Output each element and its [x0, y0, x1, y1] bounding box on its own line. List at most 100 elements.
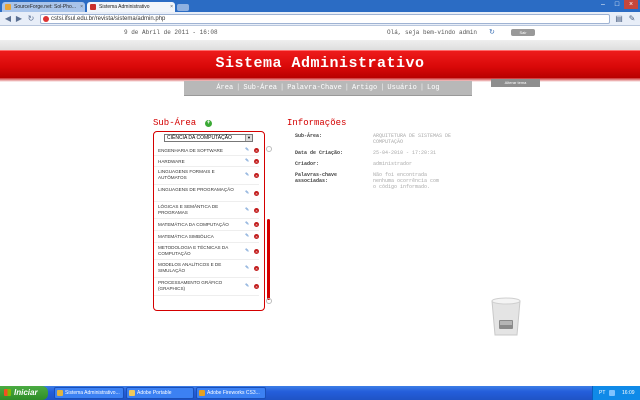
menu-item-subarea[interactable]: Sub-Área	[243, 84, 277, 92]
edit-icon[interactable]: ✎	[245, 234, 251, 239]
page-menu-icon[interactable]: ▤	[614, 14, 624, 24]
address-bar[interactable]: cstsi.ifsul.edu.br/revista/sistema/admin…	[40, 14, 610, 24]
list-item[interactable]: LINGUAGENS DE PROGRAMAÇÃO ✎ ×	[154, 185, 259, 202]
taskbar-item-fireworks[interactable]: Adobe Fireworks CS3...	[196, 387, 266, 399]
browser-tab-sourceforge[interactable]: SourceForge.net: Sol-Pho... ×	[2, 2, 85, 12]
list-item-label: MATEMÁTICA SIMBÓLICA	[158, 234, 214, 239]
taskbar-item-folder[interactable]: Adobe Portable	[126, 387, 194, 399]
delete-icon[interactable]: ×	[254, 249, 259, 254]
menu-separator: |	[236, 84, 241, 92]
language-indicator[interactable]: PT	[599, 386, 605, 400]
close-tab-icon[interactable]: ×	[170, 2, 173, 12]
edit-icon[interactable]: ✎	[245, 148, 251, 153]
forward-icon[interactable]: ▶	[14, 14, 24, 24]
list-scrollbar[interactable]	[267, 219, 270, 300]
taskbar-item-browser[interactable]: Sistema Administrativo...	[54, 387, 124, 399]
tab-strip: SourceForge.net: Sol-Pho... × Sistema Ad…	[0, 0, 640, 12]
edit-icon[interactable]: ✎	[245, 208, 251, 213]
list-item-label: METODOLOGIA E TÉCNICAS DA COMPUTAÇÃO	[158, 245, 229, 256]
delete-icon[interactable]: ×	[254, 284, 259, 289]
system-tray: PT 16:09	[592, 386, 640, 400]
delete-icon[interactable]: ×	[254, 208, 259, 213]
wrench-icon[interactable]: ✎	[627, 14, 637, 24]
menu-item-area[interactable]: Área	[216, 84, 233, 92]
list-item-label: LINGUAGENS FORMAIS E AUTÔMATOS	[158, 169, 215, 180]
scroll-down-icon[interactable]	[266, 298, 272, 304]
menu-item-keyword[interactable]: Palavra-Chave	[287, 84, 342, 92]
edit-icon[interactable]: ✎	[245, 191, 251, 196]
list-item[interactable]: METODOLOGIA E TÉCNICAS DA COMPUTAÇÃO ✎ ×	[154, 243, 259, 260]
clock: 16:09	[622, 390, 635, 396]
list-item[interactable]: MATEMÁTICA SIMBÓLICA ✎ ×	[154, 231, 259, 243]
delete-icon[interactable]: ×	[254, 148, 259, 153]
new-tab-button[interactable]	[177, 4, 189, 11]
area-select[interactable]: CIÊNCIA DA COMPUTAÇÃO ▼	[164, 134, 253, 142]
menu-item-log[interactable]: Log	[427, 84, 440, 92]
minimize-icon[interactable]: –	[596, 0, 610, 9]
list-item[interactable]: ENGENHARIA DE SOFTWARE ✎ ×	[154, 145, 259, 156]
top-bar: 9 de Abril de 2011 - 16:08 Olá, seja bem…	[0, 27, 640, 40]
menu-item-article[interactable]: Artigo	[352, 84, 377, 92]
menu-item-user[interactable]: Usuário	[387, 84, 416, 92]
delete-icon[interactable]: ×	[254, 266, 259, 271]
edit-icon[interactable]: ✎	[245, 222, 251, 227]
change-theme-button[interactable]: Alterar tema	[491, 79, 540, 87]
back-icon[interactable]: ◀	[3, 14, 13, 24]
menu-separator: |	[380, 84, 385, 92]
main-menu: Área | Sub-Área | Palavra-Chave | Artigo | Usuár…	[184, 81, 472, 96]
reload-icon[interactable]: ↻	[26, 14, 36, 24]
list-item[interactable]: LINGUAGENS FORMAIS E AUTÔMATOS ✎ ×	[154, 167, 259, 185]
add-subarea-icon[interactable]: +	[205, 120, 212, 127]
chrome-icon	[57, 390, 63, 396]
browser-tab-sistema[interactable]: Sistema Administrativo ×	[87, 2, 175, 12]
scroll-up-icon[interactable]	[266, 146, 272, 152]
edit-icon[interactable]: ✎	[245, 173, 251, 178]
subarea-heading: Sub-Área	[153, 118, 197, 128]
info-heading: Informações	[287, 118, 347, 128]
maximize-icon[interactable]: □	[610, 0, 624, 9]
info-label-subarea: Sub-Área:	[295, 133, 323, 139]
info-label-created: Data de Criação:	[295, 150, 344, 156]
site-title: Sistema Administrativo	[215, 55, 425, 72]
list-item[interactable]: MATEMÁTICA DA COMPUTAÇÃO ✎ ×	[154, 219, 259, 231]
delete-icon[interactable]: ×	[254, 234, 259, 239]
list-item[interactable]: PROCESSAMENTO GRÁFICO (GRAPHICS) ✎ ×	[154, 278, 259, 296]
start-button[interactable]: Iniciar	[0, 386, 48, 400]
list-item[interactable]: HARDWARE ✎ ×	[154, 156, 259, 167]
delete-icon[interactable]: ×	[254, 191, 259, 196]
list-item-label: MODELOS ANALÍTICOS E DE SIMULAÇÃO	[158, 262, 222, 273]
welcome-message: Olá, seja bem-vindo admin	[387, 29, 478, 36]
delete-icon[interactable]: ×	[254, 159, 259, 164]
browser-toolbar: ◀ ▶ ↻ cstsi.ifsul.edu.br/revista/sistema…	[0, 12, 640, 26]
start-label: Iniciar	[14, 388, 38, 397]
refresh-icon[interactable]: ↻	[489, 28, 495, 36]
header-gray-band	[0, 40, 640, 50]
favicon-icon	[90, 4, 96, 10]
tab-title: SourceForge.net: Sol-Pho...	[14, 4, 76, 10]
delete-icon[interactable]: ×	[254, 222, 259, 227]
info-value-creator: administrador	[373, 161, 413, 167]
delete-icon[interactable]: ×	[254, 173, 259, 178]
trash-icon[interactable]	[488, 295, 524, 337]
list-item[interactable]: LÓGICAS E SEMÂNTICA DE PROGRAMAS ✎ ×	[154, 202, 259, 219]
list-item-label: LINGUAGENS DE PROGRAMAÇÃO	[158, 187, 234, 192]
taskbar-item-label: Adobe Fireworks CS3...	[207, 390, 260, 396]
info-label-creator: Criador:	[295, 161, 320, 167]
list-item[interactable]: MODELOS ANALÍTICOS E DE SIMULAÇÃO ✎ ×	[154, 260, 259, 278]
current-date: 9 de Abril de 2011 - 16:08	[124, 29, 218, 36]
edit-icon[interactable]: ✎	[245, 266, 251, 271]
edit-icon[interactable]: ✎	[245, 159, 251, 164]
favicon-icon	[5, 4, 11, 10]
windows-taskbar: Iniciar Sistema Administrativo... Adobe …	[0, 386, 640, 400]
menu-separator: |	[344, 84, 349, 92]
logout-button[interactable]: Sair	[511, 29, 535, 36]
list-item-label: HARDWARE	[158, 159, 185, 164]
list-item-label: LÓGICAS E SEMÂNTICA DE PROGRAMAS	[158, 204, 219, 215]
chevron-down-icon[interactable]: ▼	[245, 135, 252, 141]
close-tab-icon[interactable]: ×	[80, 2, 83, 12]
close-window-icon[interactable]: ×	[624, 0, 638, 9]
edit-icon[interactable]: ✎	[245, 249, 251, 254]
edit-icon[interactable]: ✎	[245, 284, 251, 289]
tray-icon[interactable]	[609, 390, 615, 396]
taskbar-item-label: Adobe Portable	[137, 390, 172, 396]
